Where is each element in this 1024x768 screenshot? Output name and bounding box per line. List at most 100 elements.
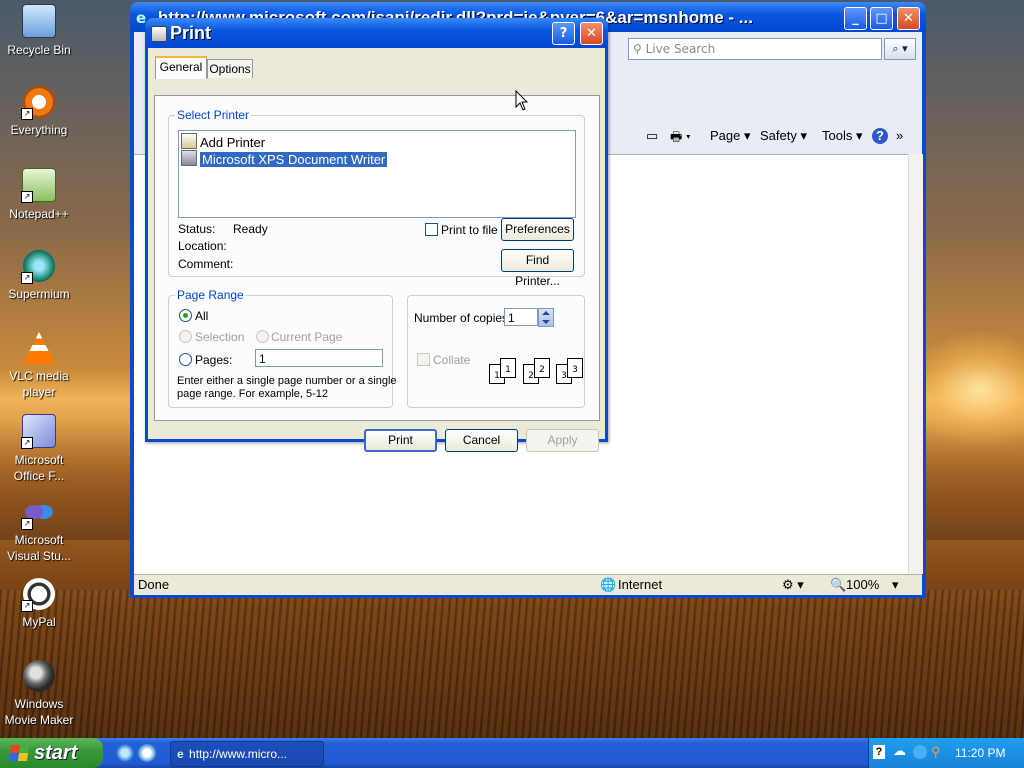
protected-mode-icon[interactable]: ⚙ ▾	[782, 577, 804, 593]
desktop-icon-visual-studio[interactable]: ↗ Microsoft Visual Stu...	[0, 496, 78, 564]
shortcut-arrow-icon: ↗	[21, 191, 33, 203]
copies-input[interactable]: 1	[504, 308, 538, 326]
task-label: http://www.micro...	[189, 747, 288, 761]
printer-item-xps-writer[interactable]: Microsoft XPS Document Writer	[181, 150, 388, 167]
tab-options[interactable]: Options	[207, 59, 253, 78]
desktop-icon-label: Windows Movie Maker	[4, 697, 74, 727]
page-range-hint-line1: Enter either a single page number or a s…	[177, 375, 397, 387]
dialog-title: Print	[170, 23, 212, 43]
printer-list[interactable]: Add Printer Microsoft XPS Document Write…	[178, 130, 576, 218]
copies-spinner[interactable]	[538, 308, 554, 327]
help-button[interactable]: ?	[552, 22, 575, 45]
dialog-title-bar[interactable]: Print ? ✕	[145, 18, 608, 48]
help-tray-icon[interactable]: ?	[873, 745, 885, 759]
desktop-icon-ms-office[interactable]: ↗ Microsoft Office F...	[0, 414, 78, 484]
clock[interactable]: 11:20 PM	[955, 746, 1005, 760]
cancel-button[interactable]: Cancel	[445, 429, 518, 452]
maximize-button[interactable]: □	[870, 7, 893, 30]
feeds-icon[interactable]: ▭	[646, 128, 658, 144]
ie-vertical-scrollbar[interactable]	[908, 154, 923, 574]
desktop-icon-supermium[interactable]: ↗ Supermium	[0, 250, 78, 302]
zoom-level[interactable]: 100%	[846, 577, 879, 592]
ms-office-app-icon: ↗	[21, 414, 56, 449]
select-printer-label: Select Printer	[175, 108, 252, 122]
status-text: Done	[138, 577, 170, 592]
start-label: start	[34, 742, 78, 764]
print-dialog: Print ? ✕ General Options Select Printer…	[145, 18, 608, 452]
ie-status-bar: Done 🌐 Internet ⚙ ▾ 🔍 100% ▾	[134, 574, 922, 595]
safety-menu[interactable]: Safety ▾	[760, 128, 807, 144]
desktop-icon-recycle-bin[interactable]: Recycle Bin	[0, 4, 78, 58]
ie-task-icon: e	[177, 747, 184, 761]
notepadpp-app-icon: ↗	[21, 168, 56, 203]
collate-page-icon: 3	[567, 358, 583, 378]
radio-pages-label: Pages:	[195, 353, 233, 367]
printer-name: Microsoft XPS Document Writer	[200, 152, 388, 167]
copies-group: Number of copies: 1 Collate 1 1 2 2 3 3	[407, 295, 585, 408]
printer-item-add-printer[interactable]: Add Printer	[181, 133, 265, 150]
radio-all-label: All	[195, 309, 209, 323]
shortcut-arrow-icon: ↗	[21, 108, 33, 120]
quicklaunch-browser-icon[interactable]	[138, 744, 156, 762]
add-printer-icon	[181, 133, 197, 149]
quicklaunch-ie-icon[interactable]	[116, 744, 134, 762]
status-value: Ready	[233, 222, 268, 236]
windows-flag-icon	[8, 745, 30, 761]
help-icon[interactable]: ?	[872, 128, 888, 144]
collate-label: Collate	[433, 353, 471, 367]
desktop-icon-mypal[interactable]: ↗ MyPal	[0, 578, 78, 630]
desktop-icon-label: MyPal	[22, 615, 56, 629]
chevron-more-icon[interactable]: »	[896, 128, 903, 143]
desktop-icon-movie-maker[interactable]: Windows Movie Maker	[0, 660, 78, 728]
search-tray-icon[interactable]: ⚲	[931, 744, 941, 760]
tray-app-icon[interactable]	[913, 745, 927, 759]
preferences-button[interactable]: Preferences	[501, 218, 574, 241]
minimize-button[interactable]: _	[844, 7, 867, 30]
zoom-dropdown-icon[interactable]: ▾	[892, 577, 899, 593]
desktop-icon-everything[interactable]: ↗ Everything	[0, 86, 78, 138]
xps-printer-icon	[181, 150, 197, 166]
print-to-file-label: Print to file	[441, 223, 498, 237]
radio-pages[interactable]	[179, 353, 192, 366]
radio-selection[interactable]	[179, 330, 192, 343]
print-button[interactable]: Print	[364, 429, 437, 452]
page-range-label: Page Range	[175, 288, 246, 302]
page-menu-label: Page	[710, 128, 741, 143]
live-search-input[interactable]: ⚲ Live Search	[628, 38, 882, 60]
desktop-icon-notepadpp[interactable]: ↗ Notepad++	[0, 168, 78, 222]
apply-button[interactable]: Apply	[526, 429, 599, 452]
page-range-group: Page Range All Selection Current Page Pa…	[168, 288, 397, 408]
radio-current-page[interactable]	[256, 330, 269, 343]
tab-general[interactable]: General	[155, 56, 207, 79]
supermium-app-icon: ↗	[21, 250, 55, 284]
search-icon: ⚲	[633, 42, 642, 56]
tools-menu-label: Tools	[822, 128, 853, 143]
taskbar: start e http://www.micro... ? ☁ ⚲ 11:20 …	[0, 738, 1024, 768]
find-printer-button[interactable]: Find Printer...	[501, 249, 574, 288]
mouse-cursor-icon	[515, 90, 529, 111]
desktop-icon-label: Recycle Bin	[7, 43, 71, 57]
taskbar-task-ie[interactable]: e http://www.micro...	[170, 741, 324, 767]
dialog-close-button[interactable]: ✕	[580, 22, 603, 45]
safety-menu-label: Safety	[760, 128, 797, 143]
desktop-icon-label: Microsoft Office F...	[13, 453, 65, 483]
radio-all[interactable]	[179, 309, 192, 322]
printer-icon	[151, 26, 167, 42]
tools-menu[interactable]: Tools ▾	[822, 128, 863, 144]
collate-checkbox[interactable]	[417, 353, 430, 366]
shortcut-arrow-icon: ↗	[21, 437, 33, 449]
security-zone: Internet	[618, 577, 663, 592]
print-to-file-checkbox[interactable]	[425, 223, 438, 236]
select-printer-group: Select Printer Add Printer Microsoft XPS…	[168, 108, 585, 288]
pages-input[interactable]: 1	[255, 349, 383, 367]
network-tray-icon[interactable]: ☁	[893, 743, 906, 759]
general-tab-panel: Select Printer Add Printer Microsoft XPS…	[154, 95, 600, 421]
close-button[interactable]: ✕	[897, 7, 920, 30]
start-button[interactable]: start	[0, 738, 103, 768]
page-menu[interactable]: Page ▾	[710, 128, 751, 144]
search-go-button[interactable]: ⌕ ▾	[884, 38, 916, 60]
shortcut-arrow-icon: ↗	[21, 600, 33, 612]
print-icon[interactable]: 🖶 ▾	[670, 128, 691, 150]
desktop-icon-vlc[interactable]: VLC media player	[0, 332, 78, 400]
shortcut-arrow-icon: ↗	[21, 518, 33, 530]
